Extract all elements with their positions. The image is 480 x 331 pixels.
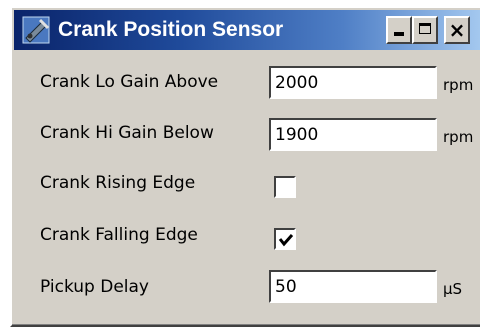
pickup-delay-label: Pickup Delay <box>40 277 149 297</box>
crank-rising-edge-label: Crank Rising Edge <box>40 173 196 193</box>
close-icon: × <box>448 18 466 42</box>
window-title: Crank Position Sensor <box>58 18 284 41</box>
window-bottom-edge <box>12 324 480 325</box>
falling-edge-check-icon <box>278 234 294 247</box>
sensor-app-icon <box>22 16 50 44</box>
crank-position-sensor-window: Crank Position Sensor × Crank Lo Gain Ab… <box>10 6 480 327</box>
minimize-icon <box>394 32 404 36</box>
crank-hi-gain-below-input[interactable] <box>269 118 437 151</box>
maximize-button[interactable] <box>412 16 438 44</box>
pickup-delay-input[interactable] <box>269 270 437 303</box>
close-button[interactable]: × <box>444 16 470 44</box>
title-bar[interactable]: Crank Position Sensor × <box>14 10 480 50</box>
minimize-button[interactable] <box>386 16 412 44</box>
maximize-icon <box>419 23 431 34</box>
crank-rising-edge-checkbox[interactable] <box>274 176 296 198</box>
pickup-delay-unit: µS <box>443 280 463 298</box>
crank-lo-gain-above-input[interactable] <box>269 66 437 99</box>
crank-falling-edge-checkbox[interactable] <box>274 228 296 250</box>
crank-hi-gain-below-unit: rpm <box>443 128 474 146</box>
crank-lo-gain-above-label: Crank Lo Gain Above <box>40 72 219 92</box>
crank-falling-edge-label: Crank Falling Edge <box>40 225 198 245</box>
crank-lo-gain-above-unit: rpm <box>443 76 474 94</box>
crank-hi-gain-below-label: Crank Hi Gain Below <box>40 123 214 143</box>
